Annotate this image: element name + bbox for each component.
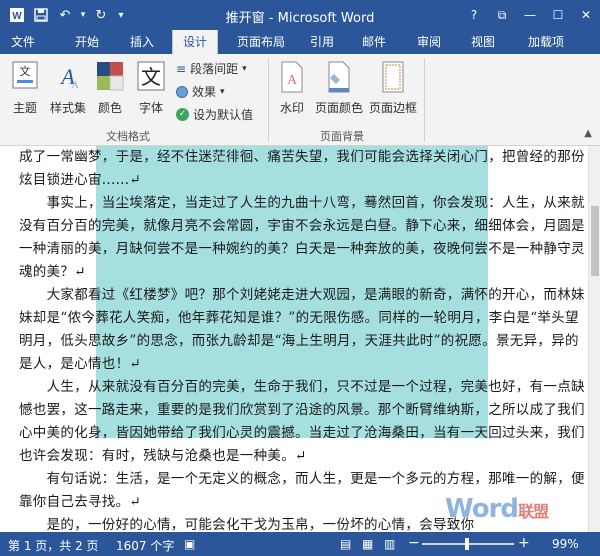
svg-text:A: A (71, 80, 79, 91)
set-as-default-button[interactable]: ✓ 设为默认值 (176, 106, 253, 123)
fonts-label: 字体 (138, 101, 163, 115)
tab-file[interactable]: 文件 (0, 30, 46, 54)
page-count[interactable]: 第 1 页，共 2 页 (8, 537, 99, 554)
read-mode-icon[interactable]: ▤ (340, 537, 351, 551)
style-set-icon: AA (46, 60, 90, 97)
style-set-button[interactable]: AA 样式集 (46, 60, 90, 116)
restore-button[interactable]: ☐ (544, 0, 572, 30)
effects-label: 效果 (192, 85, 217, 99)
paragraph: 大家都看过《红楼梦》吧？那个刘姥姥走进大观园，是满眼的新奇，满怀的开心，而林妹妹… (19, 287, 585, 372)
tab-page-layout[interactable]: 页面布局 (228, 30, 294, 54)
colors-label: 颜色 (97, 101, 122, 115)
ribbon-tabs: 文件 开始 插入 设计 页面布局 引用 邮件 审阅 视图 加载项 (0, 30, 600, 54)
document-area[interactable]: 成了一常幽梦，于是，经不住迷茫徘徊、痛苦失望，我们可能会选择关闭心门，把曾经的那… (0, 146, 600, 532)
page-color-label: 页面颜色 (314, 101, 363, 115)
svg-text:文: 文 (20, 64, 31, 78)
web-layout-icon[interactable]: ▥ (384, 537, 395, 551)
vertical-scrollbar[interactable] (588, 146, 600, 532)
group-separator (424, 58, 425, 142)
page-color-icon (312, 60, 366, 97)
page-bg-group-label: 页面背景 (320, 130, 364, 143)
zoom-level[interactable]: 99% (552, 537, 579, 551)
page-color-button[interactable]: 页面颜色 (312, 60, 366, 116)
fonts-icon: 文 (132, 60, 170, 97)
tab-insert[interactable]: 插入 (118, 30, 166, 54)
tab-review[interactable]: 审阅 (406, 30, 452, 54)
theme-icon: 文 (6, 60, 44, 97)
paragraph-spacing-button[interactable]: ≡ 段落间距 ▾ (176, 60, 247, 77)
svg-text:A: A (287, 73, 298, 88)
effects-button[interactable]: 效果 ▾ (176, 83, 225, 100)
page-borders-button[interactable]: 页面边框 (366, 60, 420, 116)
zoom-slider-thumb[interactable] (465, 538, 470, 550)
chevron-down-icon: ▾ (242, 63, 247, 74)
tab-references[interactable]: 引用 (300, 30, 344, 54)
tab-mailings[interactable]: 邮件 (352, 30, 396, 54)
paragraph: 成了一常幽梦，于是，经不住迷茫徘徊、痛苦失望，我们可能会选择关闭心门，把曾经的那… (19, 149, 585, 188)
word-count[interactable]: 1607 个字 (116, 537, 174, 554)
style-set-label: 样式集 (49, 101, 86, 115)
scrollbar-thumb[interactable] (591, 206, 599, 276)
theme-label: 主题 (12, 101, 37, 115)
watermark-button[interactable]: A 水印 (274, 60, 310, 116)
color-palette-icon (92, 60, 128, 97)
effects-icon (176, 85, 188, 98)
page-border-icon (366, 60, 420, 97)
window-controls: ? ⧉ — ☐ ✕ (460, 0, 600, 30)
paragraph: 事实上，当尘埃落定，当走过了人生的九曲十八弯，蓦然回首，你会发现：人生，从来就没… (19, 195, 585, 280)
ribbon-panel: 文 主题 AA 样式集 颜色 文 字体 ≡ 段落间距 ▾ 效果 ▾ ✓ 设为默认… (0, 54, 600, 146)
tab-home[interactable]: 开始 (62, 30, 112, 54)
ribbon-display-options-button[interactable]: ⧉ (488, 0, 516, 30)
proofing-icon[interactable]: ▣ (184, 537, 195, 551)
paragraph-spacing-label: 段落间距 (190, 62, 239, 76)
minimize-button[interactable]: — (516, 0, 544, 30)
fonts-button[interactable]: 文 字体 (132, 60, 170, 116)
collapse-ribbon-icon[interactable]: ▲ (584, 128, 592, 139)
colors-button[interactable]: 颜色 (92, 60, 128, 116)
set-as-default-label: 设为默认值 (193, 108, 254, 122)
page-borders-label: 页面边框 (368, 101, 417, 115)
paragraph: 人生，从来就没有百分百的完美，生命于我们，只不过是一个过程，完美也好，有一点缺憾… (19, 379, 585, 464)
tab-add-ins[interactable]: 加载项 (516, 30, 576, 54)
chevron-down-icon: ▾ (220, 86, 225, 97)
watermark-label: 水印 (279, 101, 304, 115)
svg-text:文: 文 (141, 65, 161, 89)
group-separator (268, 58, 269, 142)
help-button[interactable]: ? (460, 0, 488, 30)
watermark-icon: A (274, 60, 310, 97)
theme-button[interactable]: 文 主题 (6, 60, 44, 116)
title-bar: W ↶ ▾ ↻ ▾ 推开窗 - Microsoft Word ? ⧉ — ☐ ✕ (0, 0, 600, 30)
tab-view[interactable]: 视图 (460, 30, 506, 54)
status-bar: 第 1 页，共 2 页 1607 个字 ▣ ▤ ▦ ▥ − + 99% (0, 532, 600, 556)
zoom-in-button[interactable]: + (518, 535, 530, 551)
doc-format-group-label: 文档格式 (106, 130, 150, 143)
paragraph-spacing-icon: ≡ (176, 61, 187, 76)
document-body[interactable]: 成了一常幽梦，于是，经不住迷茫徘徊、痛苦失望，我们可能会选择关闭心门，把曾经的那… (19, 146, 585, 532)
zoom-out-button[interactable]: − (408, 535, 420, 551)
site-logo: Word联盟 (445, 494, 549, 524)
tab-design[interactable]: 设计 (172, 30, 218, 54)
checkmark-icon: ✓ (176, 108, 189, 121)
print-layout-icon[interactable]: ▦ (362, 537, 373, 551)
close-button[interactable]: ✕ (572, 0, 600, 30)
